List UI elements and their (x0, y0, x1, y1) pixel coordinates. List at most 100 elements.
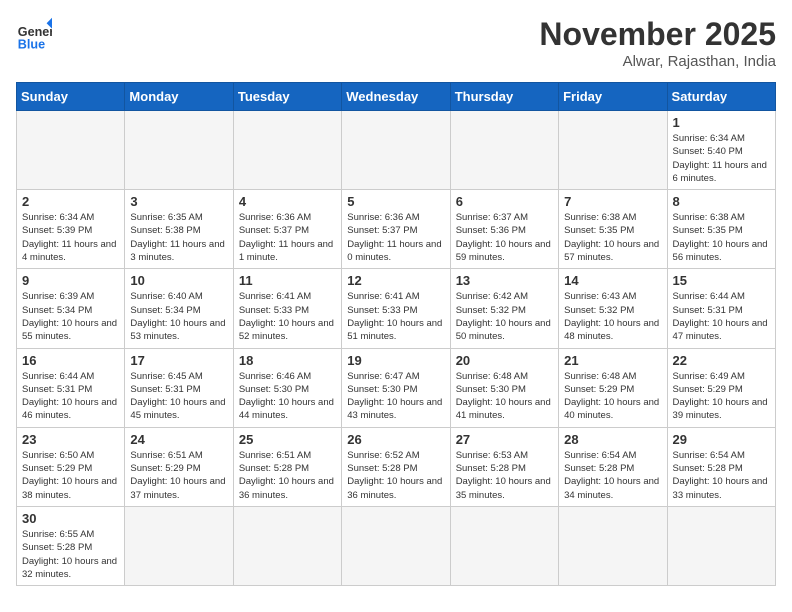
calendar-week-row: 30 Sunrise: 6:55 AMSunset: 5:28 PMDayligh… (17, 506, 776, 585)
calendar-week-row: 23 Sunrise: 6:50 AMSunset: 5:29 PMDayligh… (17, 427, 776, 506)
day-number: 28 (564, 432, 661, 447)
day-info: Sunrise: 6:44 AMSunset: 5:31 PMDaylight:… (22, 370, 119, 423)
calendar-cell: 9 Sunrise: 6:39 AMSunset: 5:34 PMDaylight… (17, 269, 125, 348)
calendar-cell: 20Sunrise: 6:48 AMSunset: 5:30 PMDayligh… (450, 348, 558, 427)
day-number: 8 (673, 194, 770, 209)
calendar-cell: 26Sunrise: 6:52 AMSunset: 5:28 PMDayligh… (342, 427, 450, 506)
day-number: 9 (22, 273, 119, 288)
calendar-cell: 7 Sunrise: 6:38 AMSunset: 5:35 PMDaylight… (559, 190, 667, 269)
day-info: Sunrise: 6:34 AMSunset: 5:40 PMDaylight:… (673, 132, 770, 185)
col-header-tuesday: Tuesday (233, 83, 341, 111)
calendar-cell: 12 Sunrise: 6:41 AMSunset: 5:33 PMDayligh… (342, 269, 450, 348)
day-number: 23 (22, 432, 119, 447)
calendar-cell: 6 Sunrise: 6:37 AMSunset: 5:36 PMDaylight… (450, 190, 558, 269)
calendar-cell (559, 506, 667, 585)
calendar-cell (233, 506, 341, 585)
calendar-cell: 25Sunrise: 6:51 AMSunset: 5:28 PMDayligh… (233, 427, 341, 506)
calendar-cell (125, 111, 233, 190)
calendar-cell: 24 Sunrise: 6:51 AMSunset: 5:29 PMDayligh… (125, 427, 233, 506)
day-info: Sunrise: 6:48 AMSunset: 5:30 PMDaylight:… (456, 370, 553, 423)
day-info: Sunrise: 6:34 AMSunset: 5:39 PMDaylight:… (22, 211, 119, 264)
day-info: Sunrise: 6:36 AMSunset: 5:37 PMDaylight:… (347, 211, 444, 264)
day-info: Sunrise: 6:50 AMSunset: 5:29 PMDaylight:… (22, 449, 119, 502)
col-header-saturday: Saturday (667, 83, 775, 111)
day-number: 10 (130, 273, 227, 288)
day-number: 7 (564, 194, 661, 209)
day-number: 5 (347, 194, 444, 209)
calendar-cell (450, 111, 558, 190)
calendar-cell: 3 Sunrise: 6:35 AMSunset: 5:38 PMDaylight… (125, 190, 233, 269)
calendar-cell: 13 Sunrise: 6:42 AMSunset: 5:32 PMDayligh… (450, 269, 558, 348)
day-info: Sunrise: 6:42 AMSunset: 5:32 PMDaylight:… (456, 290, 553, 343)
col-header-monday: Monday (125, 83, 233, 111)
calendar-cell: 18 Sunrise: 6:46 AMSunset: 5:30 PMDayligh… (233, 348, 341, 427)
calendar-header-row: SundayMondayTuesdayWednesdayThursdayFrid… (17, 83, 776, 111)
logo-icon: General Blue (16, 16, 52, 52)
calendar-cell: 21Sunrise: 6:48 AMSunset: 5:29 PMDayligh… (559, 348, 667, 427)
day-number: 12 (347, 273, 444, 288)
col-header-wednesday: Wednesday (342, 83, 450, 111)
day-number: 15 (673, 273, 770, 288)
day-number: 13 (456, 273, 553, 288)
calendar-cell: 16 Sunrise: 6:44 AMSunset: 5:31 PMDayligh… (17, 348, 125, 427)
svg-text:Blue: Blue (18, 37, 45, 51)
calendar-cell: 2 Sunrise: 6:34 AMSunset: 5:39 PMDaylight… (17, 190, 125, 269)
day-number: 22 (673, 353, 770, 368)
calendar-week-row: 9 Sunrise: 6:39 AMSunset: 5:34 PMDaylight… (17, 269, 776, 348)
day-number: 17 (130, 353, 227, 368)
calendar-cell: 27 Sunrise: 6:53 AMSunset: 5:28 PMDayligh… (450, 427, 558, 506)
calendar-cell: 10 Sunrise: 6:40 AMSunset: 5:34 PMDayligh… (125, 269, 233, 348)
day-info: Sunrise: 6:38 AMSunset: 5:35 PMDaylight:… (564, 211, 661, 264)
day-info: Sunrise: 6:38 AMSunset: 5:35 PMDaylight:… (673, 211, 770, 264)
day-number: 29 (673, 432, 770, 447)
day-info: Sunrise: 6:40 AMSunset: 5:34 PMDaylight:… (130, 290, 227, 343)
day-info: Sunrise: 6:55 AMSunset: 5:28 PMDaylight:… (22, 528, 119, 581)
day-info: Sunrise: 6:41 AMSunset: 5:33 PMDaylight:… (347, 290, 444, 343)
day-number: 16 (22, 353, 119, 368)
day-number: 26 (347, 432, 444, 447)
day-number: 30 (22, 511, 119, 526)
day-number: 4 (239, 194, 336, 209)
col-header-thursday: Thursday (450, 83, 558, 111)
day-info: Sunrise: 6:53 AMSunset: 5:28 PMDaylight:… (456, 449, 553, 502)
calendar-cell: 30 Sunrise: 6:55 AMSunset: 5:28 PMDayligh… (17, 506, 125, 585)
day-number: 11 (239, 273, 336, 288)
calendar-cell: 17 Sunrise: 6:45 AMSunset: 5:31 PMDayligh… (125, 348, 233, 427)
calendar-cell: 15 Sunrise: 6:44 AMSunset: 5:31 PMDayligh… (667, 269, 775, 348)
day-number: 1 (673, 115, 770, 130)
calendar-cell: 1 Sunrise: 6:34 AMSunset: 5:40 PMDaylight… (667, 111, 775, 190)
calendar-week-row: 1 Sunrise: 6:34 AMSunset: 5:40 PMDaylight… (17, 111, 776, 190)
month-title: November 2025 (539, 16, 776, 53)
calendar-cell: 19 Sunrise: 6:47 AMSunset: 5:30 PMDayligh… (342, 348, 450, 427)
calendar-cell: 8 Sunrise: 6:38 AMSunset: 5:35 PMDaylight… (667, 190, 775, 269)
title-block: November 2025 Alwar, Rajasthan, India (539, 16, 776, 70)
day-info: Sunrise: 6:51 AMSunset: 5:29 PMDaylight:… (130, 449, 227, 502)
day-number: 14 (564, 273, 661, 288)
day-info: Sunrise: 6:43 AMSunset: 5:32 PMDaylight:… (564, 290, 661, 343)
day-info: Sunrise: 6:35 AMSunset: 5:38 PMDaylight:… (130, 211, 227, 264)
day-number: 3 (130, 194, 227, 209)
day-info: Sunrise: 6:49 AMSunset: 5:29 PMDaylight:… (673, 370, 770, 423)
day-number: 19 (347, 353, 444, 368)
day-info: Sunrise: 6:39 AMSunset: 5:34 PMDaylight:… (22, 290, 119, 343)
calendar-cell: 29Sunrise: 6:54 AMSunset: 5:28 PMDayligh… (667, 427, 775, 506)
day-info: Sunrise: 6:44 AMSunset: 5:31 PMDaylight:… (673, 290, 770, 343)
day-number: 27 (456, 432, 553, 447)
calendar-cell: 22 Sunrise: 6:49 AMSunset: 5:29 PMDayligh… (667, 348, 775, 427)
day-number: 18 (239, 353, 336, 368)
day-number: 24 (130, 432, 227, 447)
day-number: 2 (22, 194, 119, 209)
day-info: Sunrise: 6:45 AMSunset: 5:31 PMDaylight:… (130, 370, 227, 423)
calendar-cell: 5 Sunrise: 6:36 AMSunset: 5:37 PMDaylight… (342, 190, 450, 269)
day-info: Sunrise: 6:36 AMSunset: 5:37 PMDaylight:… (239, 211, 336, 264)
day-info: Sunrise: 6:37 AMSunset: 5:36 PMDaylight:… (456, 211, 553, 264)
calendar-cell (233, 111, 341, 190)
calendar-cell: 4 Sunrise: 6:36 AMSunset: 5:37 PMDaylight… (233, 190, 341, 269)
calendar-cell (342, 506, 450, 585)
day-info: Sunrise: 6:47 AMSunset: 5:30 PMDaylight:… (347, 370, 444, 423)
day-info: Sunrise: 6:51 AMSunset: 5:28 PMDaylight:… (239, 449, 336, 502)
day-info: Sunrise: 6:46 AMSunset: 5:30 PMDaylight:… (239, 370, 336, 423)
page-header: General Blue November 2025 Alwar, Rajast… (16, 16, 776, 70)
day-number: 6 (456, 194, 553, 209)
calendar-cell (559, 111, 667, 190)
